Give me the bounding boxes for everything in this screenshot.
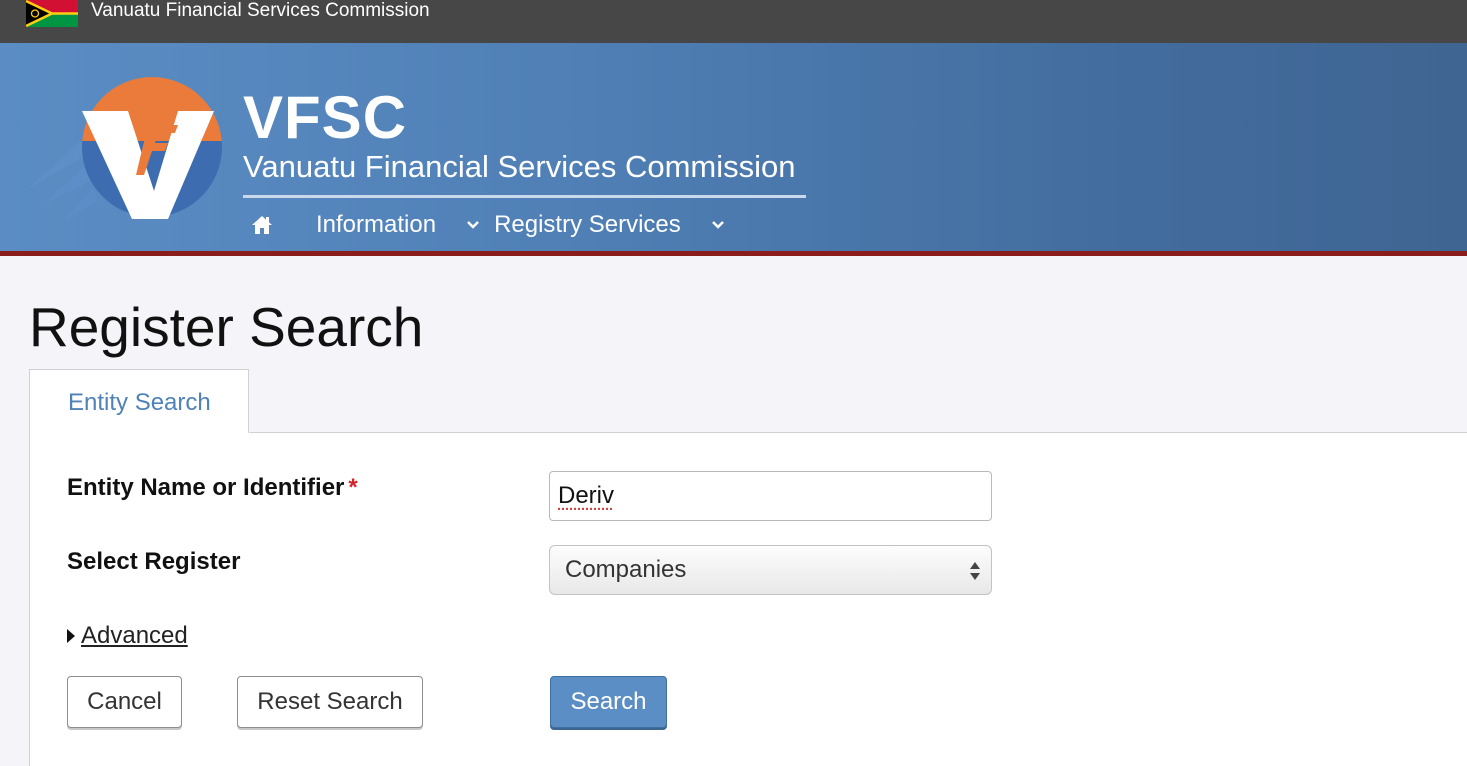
brand-underline (243, 195, 806, 198)
header-banner: VFSC Vanuatu Financial Services Commissi… (0, 43, 1467, 251)
reset-search-button[interactable]: Reset Search (237, 676, 423, 728)
brand-name: Vanuatu Financial Services Commission (243, 149, 796, 184)
nav-item-label: Registry Services (494, 211, 681, 238)
register-select-value: Companies (565, 556, 687, 583)
top-bar: Vanuatu Financial Services Commission (0, 0, 1467, 43)
home-icon[interactable] (250, 213, 274, 237)
site-title: Vanuatu Financial Services Commission (91, 0, 430, 21)
chevron-down-icon[interactable] (711, 220, 725, 230)
page-title: Register Search (29, 296, 424, 358)
vanuatu-flag-icon (26, 0, 78, 27)
advanced-toggle[interactable]: Advanced (67, 622, 188, 650)
select-arrows-icon (970, 562, 980, 580)
advanced-link[interactable]: Advanced (81, 622, 188, 650)
tab-entity-search[interactable]: Entity Search (29, 369, 249, 433)
tab-label[interactable]: Entity Search (68, 389, 211, 417)
nav-item-label: Information (316, 211, 437, 238)
nav-item-information[interactable]: Information (316, 211, 480, 239)
chevron-down-icon[interactable] (466, 220, 480, 230)
select-register-label: Select Register (67, 548, 241, 575)
entity-name-input[interactable] (549, 471, 992, 521)
main-nav: Information Registry Services (250, 206, 725, 244)
caret-right-icon (67, 629, 75, 643)
banner-divider (0, 251, 1467, 256)
cancel-button[interactable]: Cancel (67, 676, 182, 728)
register-select[interactable]: Companies (549, 545, 992, 595)
entity-name-label-text: Entity Name or Identifier (67, 474, 345, 501)
search-button[interactable]: Search (550, 676, 667, 728)
required-marker: * (348, 474, 358, 501)
vfsc-logo[interactable] (28, 71, 224, 223)
nav-item-registry-services[interactable]: Registry Services (494, 211, 725, 239)
entity-name-label: Entity Name or Identifier * (67, 474, 358, 502)
brand-abbreviation: VFSC (243, 84, 408, 151)
